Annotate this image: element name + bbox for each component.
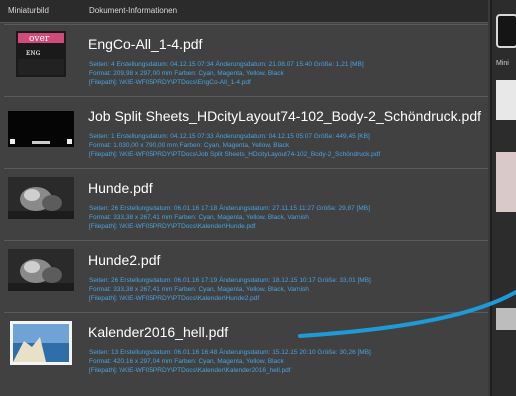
pane-column-label: Mini: [496, 60, 509, 67]
document-thumbnail: over ᴇɴɢ: [16, 31, 66, 77]
metadata-format-colors: Format: 1.030,00 x 790,00 mm Farben: Cya…: [89, 142, 290, 150]
document-metadata: Seiten: 1 Erstellungsdatum: 04.12.15 07:…: [89, 132, 380, 160]
document-metadata: Seiten: 26 Erstellungsdatum: 06.01.16 17…: [89, 204, 370, 232]
metadata-format-colors: Format: 420,16 x 297,04 mm Farben: Cyan,…: [89, 358, 284, 366]
list-header: Miniaturbild Dokument-Informationen: [0, 0, 488, 23]
document-thumbnail: [8, 111, 74, 147]
document-name: Hunde.pdf: [88, 180, 153, 196]
document-metadata: Seiten: 13 Erstellungsdatum: 06.01.16 16…: [89, 348, 371, 376]
metadata-filepath: [Filepath]: \\KIE-WF05PRDY\PTDocs\Kalend…: [89, 367, 291, 375]
metadata-pages-dates-size: Seiten: 4 Erstellungsdatum: 04.12.15 07:…: [89, 61, 364, 68]
metadata-filepath: [Filepath]: \\KIE-WF05PRDY\PTDocs\Job Sp…: [89, 151, 381, 159]
column-header-document-info[interactable]: Dokument-Informationen: [89, 0, 177, 22]
document-name: Job Split Sheets_HDcityLayout74-102_Body…: [88, 108, 482, 124]
document-thumbnail: [8, 177, 74, 219]
metadata-format-colors: Format: 333,38 x 267,41 mm Farben: Cyan,…: [89, 286, 309, 294]
metadata-filepath: [Filepath]: \\KIE-WF05PRDY\PTDocs\Kalend…: [89, 295, 260, 303]
document-row[interactable]: Hunde.pdf Seiten: 26 Erstellungsdatum: 0…: [4, 168, 488, 241]
document-row[interactable]: Job Split Sheets_HDcityLayout74-102_Body…: [4, 96, 488, 169]
secondary-pane: Mini: [490, 0, 516, 396]
pane-thumbnail: [496, 152, 516, 212]
document-thumbnail: [8, 249, 74, 291]
metadata-pages-dates-size: Seiten: 13 Erstellungsdatum: 06.01.16 16…: [89, 349, 371, 356]
metadata-pages-dates-size: Seiten: 1 Erstellungsdatum: 04.12.15 07:…: [89, 133, 370, 140]
document-row[interactable]: Kalender2016_hell.pdf Seiten: 13 Erstell…: [4, 312, 488, 385]
metadata-filepath: [Filepath]: \\KIE-WF05PRDY\PTDocs\Kalend…: [89, 223, 256, 231]
metadata-format-colors: Format: 333,38 x 267,41 mm Farben: Cyan,…: [89, 214, 309, 222]
document-row[interactable]: over ᴇɴɢ EngCo-All_1-4.pdf Seiten: 4 Ers…: [4, 24, 488, 97]
document-list-panel: Miniaturbild Dokument-Informationen over…: [0, 0, 488, 396]
metadata-pages-dates-size: Seiten: 26 Erstellungsdatum: 06.01.16 17…: [89, 277, 371, 284]
document-row[interactable]: Hunde2.pdf Seiten: 26 Erstellungsdatum: …: [4, 240, 488, 313]
pane-thumbnail: [496, 308, 516, 330]
document-name: EngCo-All_1-4.pdf: [88, 36, 203, 52]
metadata-pages-dates-size: Seiten: 26 Erstellungsdatum: 06.01.16 17…: [89, 205, 370, 212]
document-metadata: Seiten: 26 Erstellungsdatum: 06.01.16 17…: [89, 276, 371, 304]
svg-text:ᴇɴɢ: ᴇɴɢ: [26, 48, 41, 57]
pane-thumbnail: [496, 80, 516, 120]
document-name: Hunde2.pdf: [88, 252, 161, 268]
metadata-format-colors: Format: 209,98 x 297,00 mm Farben: Cyan,…: [89, 70, 284, 78]
document-thumbnail: [10, 321, 72, 365]
document-name: Kalender2016_hell.pdf: [88, 324, 229, 340]
column-header-thumbnail[interactable]: Miniaturbild: [8, 0, 49, 22]
metadata-filepath: [Filepath]: \\KIE-WF05PRDY\PTDocs\EngCo-…: [89, 79, 251, 87]
pane-button[interactable]: [496, 14, 516, 48]
thumbnail-cover-text: over: [29, 34, 50, 44]
document-metadata: Seiten: 4 Erstellungsdatum: 04.12.15 07:…: [89, 60, 364, 88]
